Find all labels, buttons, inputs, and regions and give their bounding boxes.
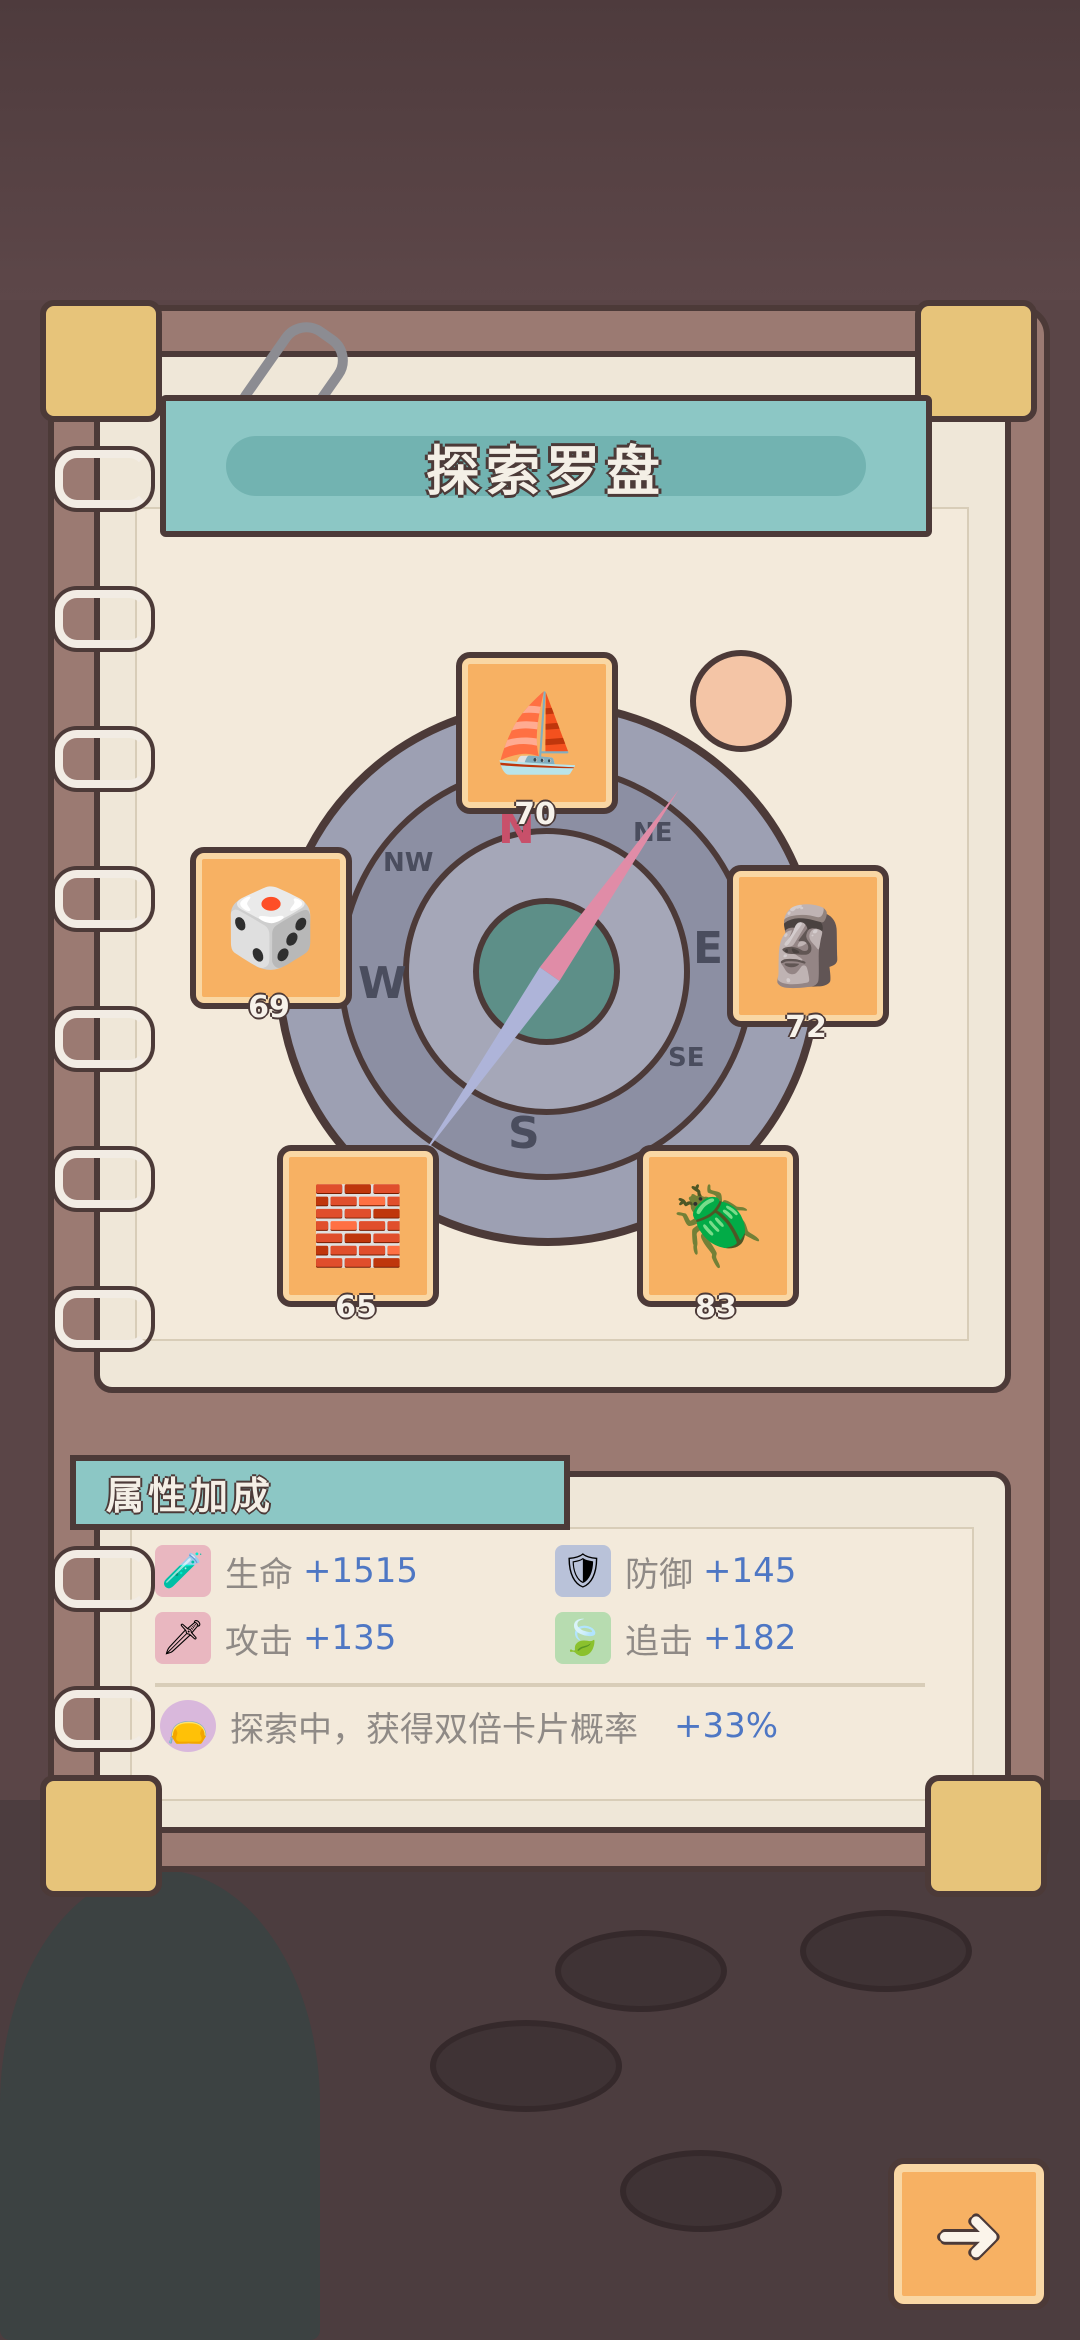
stone-tablet-icon: 🧱 [310, 1181, 406, 1270]
stat-attack: 🗡 攻击 +135 [155, 1612, 396, 1664]
pouch-icon: 👝 [160, 1700, 216, 1752]
arrow-right-icon: ➜ [935, 2187, 1003, 2281]
compass-knob-icon [690, 650, 792, 752]
title-banner: 探索罗盘 [160, 395, 932, 537]
item-count: 72 [785, 1010, 827, 1045]
item-beetle[interactable]: 🪲 [637, 1145, 799, 1307]
stat-defense: 🛡 防御 +145 [555, 1545, 796, 1597]
item-count: 83 [695, 1290, 737, 1325]
stat-pursuit: 🍃 追击 +182 [555, 1612, 796, 1664]
stepping-stone [800, 1910, 972, 1992]
beetle-icon: 🪲 [670, 1181, 766, 1270]
item-stone-tablet[interactable]: 🧱 [277, 1145, 439, 1307]
ship-icon: ⛵ [489, 688, 585, 777]
stat-double-card: 👝 探索中，获得双倍卡片概率 +33% [160, 1700, 778, 1752]
compass-southeast: SE [668, 1043, 705, 1073]
gem-sack-icon: 🎲 [223, 883, 319, 972]
shield-icon: 🛡 [555, 1545, 611, 1597]
binder-ring [55, 1690, 151, 1748]
stat-hp: 🧪 生命 +1515 [155, 1545, 418, 1597]
compass-east: E [693, 923, 724, 974]
bush [0, 1870, 320, 2340]
item-ship[interactable]: ⛵ [456, 652, 618, 814]
statue-icon: 🗿 [760, 901, 856, 990]
corner-brace [925, 1775, 1047, 1897]
item-count: 65 [335, 1290, 377, 1325]
binder-ring [55, 1290, 151, 1348]
item-statue[interactable]: 🗿 [727, 865, 889, 1027]
next-button[interactable]: ➜ [888, 2158, 1050, 2310]
item-count: 69 [248, 990, 290, 1025]
page-title: 探索罗盘 [426, 439, 666, 503]
compass-west: W [358, 958, 407, 1009]
binder-ring [55, 1010, 151, 1068]
corner-brace [915, 300, 1037, 422]
binder-ring [55, 450, 151, 508]
binder-ring [55, 590, 151, 648]
bonus-title: 属性加成 [106, 1474, 275, 1518]
compass-south: S [508, 1108, 540, 1159]
item-count: 70 [514, 797, 556, 832]
bonus-banner: 属性加成 [70, 1455, 570, 1530]
stepping-stone [555, 1930, 727, 2012]
sword-icon: 🗡 [155, 1612, 211, 1664]
compass-northwest: NW [383, 848, 434, 878]
background-sky [0, 0, 1080, 300]
stepping-stone [430, 2020, 622, 2112]
binder-ring [55, 870, 151, 928]
item-gem-sack[interactable]: 🎲 [190, 847, 352, 1009]
pursuit-icon: 🍃 [555, 1612, 611, 1664]
corner-brace [40, 300, 162, 422]
binder-ring [55, 730, 151, 788]
stepping-stone [620, 2150, 782, 2232]
divider [155, 1683, 925, 1687]
corner-brace [40, 1775, 162, 1897]
binder-ring [55, 1550, 151, 1608]
binder-ring [55, 1150, 151, 1208]
potion-icon: 🧪 [155, 1545, 211, 1597]
